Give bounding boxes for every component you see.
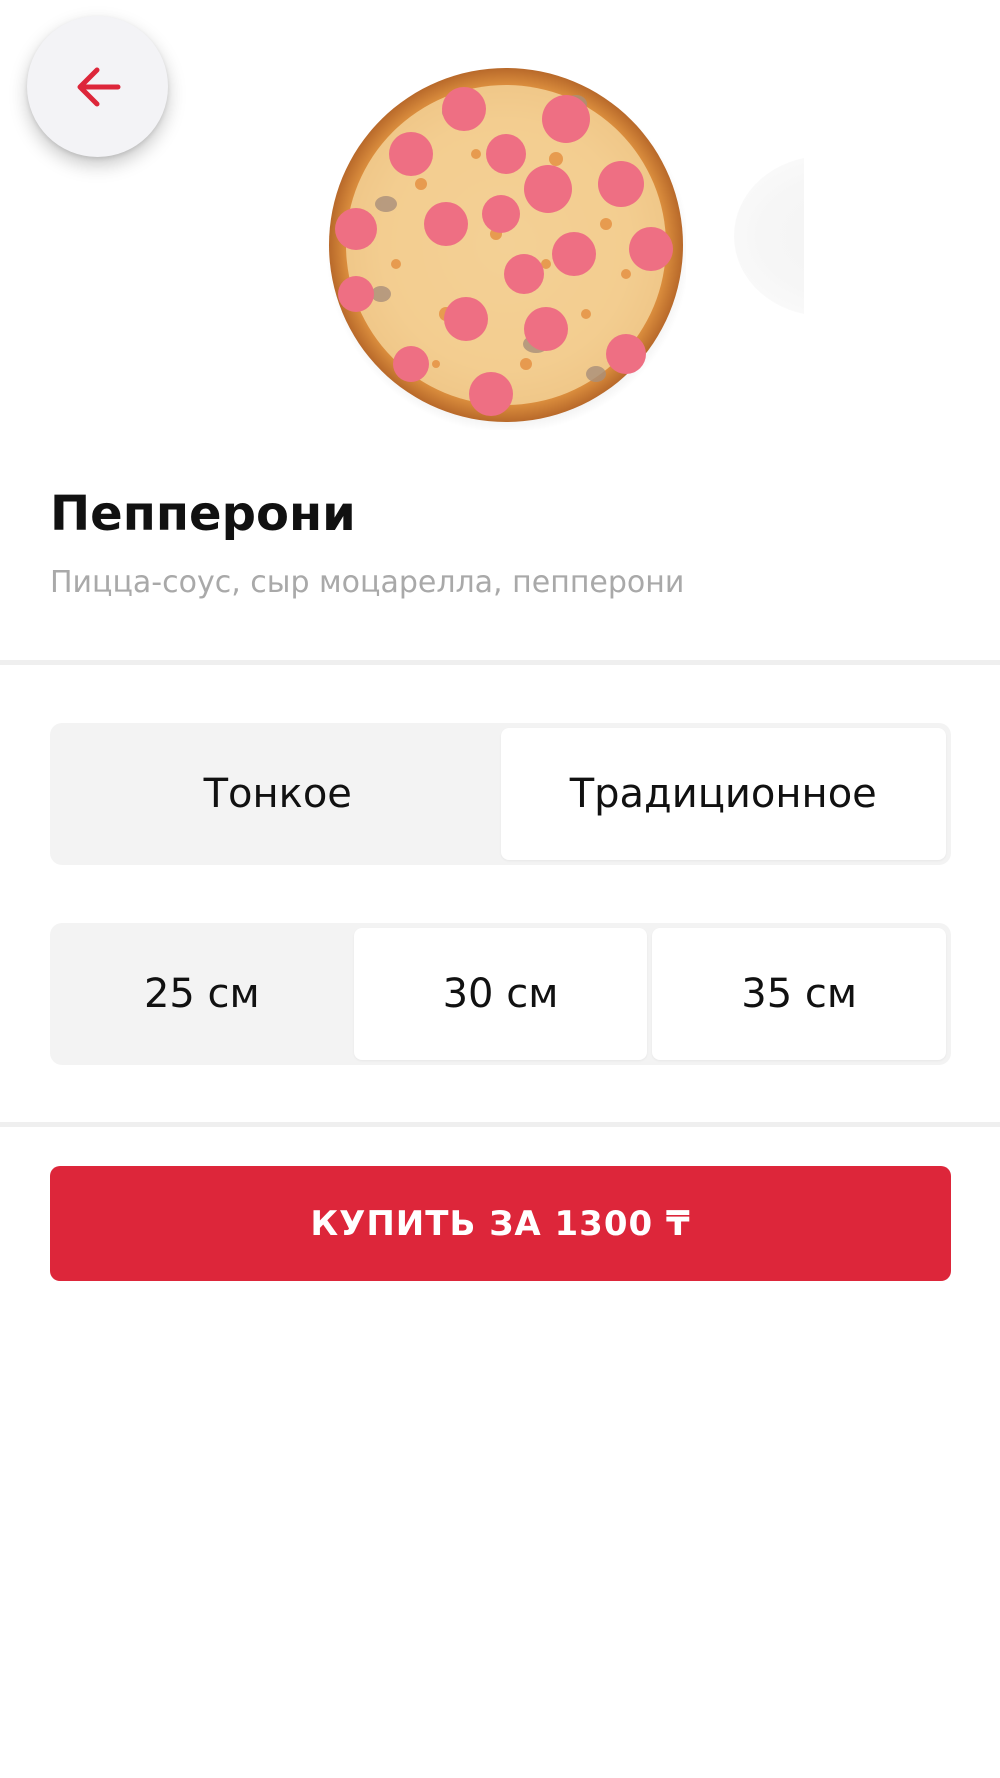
crust-selector: Тонкое Традиционное [50, 723, 951, 865]
size-option-30[interactable]: 30 см [353, 928, 648, 1060]
buy-button[interactable]: КУПИТЬ ЗА 1300 ₸ [50, 1166, 951, 1281]
arrow-left-icon [75, 67, 121, 107]
divider [0, 660, 1000, 665]
size-selector: 25 см 30 см 35 см [50, 923, 951, 1065]
pizza-image [326, 64, 690, 433]
size-option-25[interactable]: 25 см [55, 928, 349, 1060]
divider [0, 1122, 1000, 1127]
next-pizza-preview[interactable] [734, 156, 804, 316]
crust-option-traditional[interactable]: Традиционное [500, 728, 946, 860]
crust-option-thin[interactable]: Тонкое [55, 728, 501, 860]
product-description: Пицца-соус, сыр моцарелла, пепперони [50, 565, 685, 600]
product-title: Пепперони [50, 486, 356, 542]
back-button[interactable] [27, 16, 168, 157]
size-option-35[interactable]: 35 см [652, 928, 947, 1060]
